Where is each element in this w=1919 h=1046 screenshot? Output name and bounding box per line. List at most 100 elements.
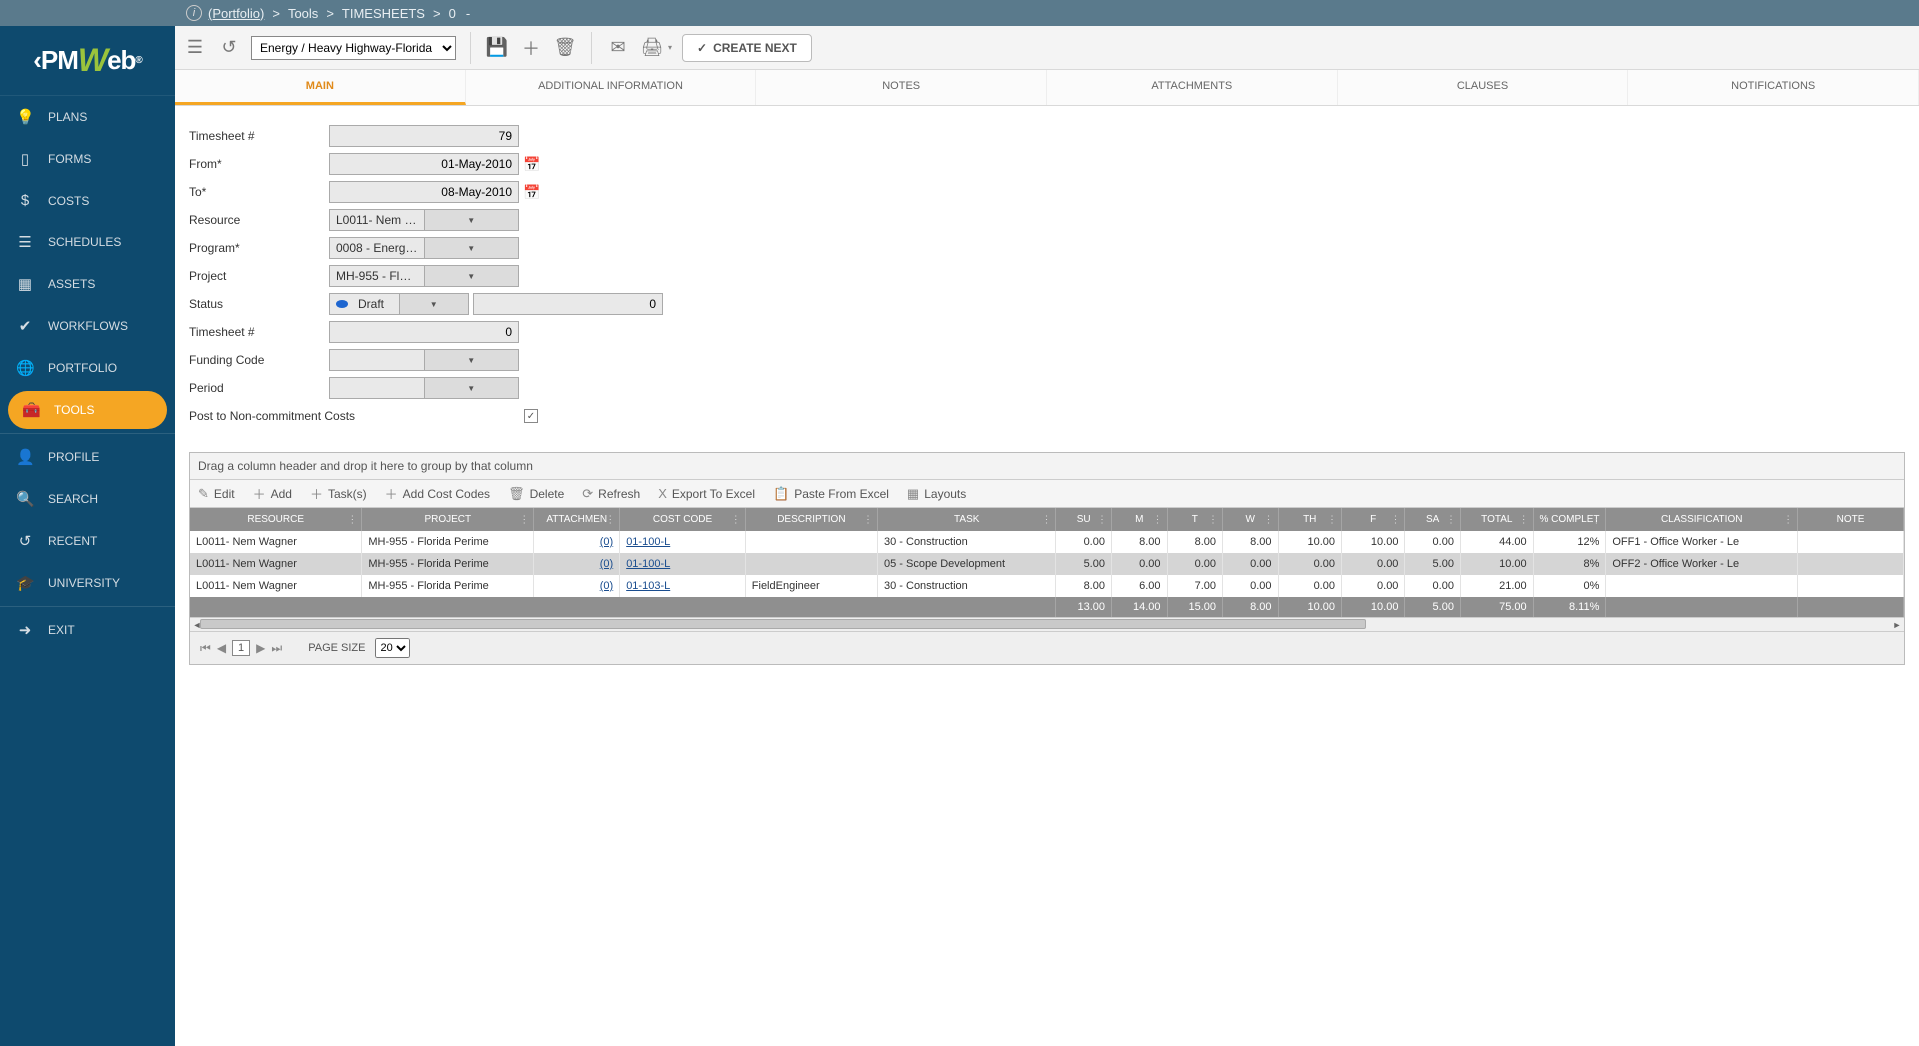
column-menu-icon[interactable]: ⋮ — [605, 514, 615, 525]
sidebar-item-search[interactable]: 🔍SEARCH — [0, 478, 175, 520]
status-num-input[interactable] — [473, 293, 663, 315]
tab-notifications[interactable]: NOTIFICATIONS — [1628, 70, 1919, 105]
col-su[interactable]: SU⋮ — [1056, 508, 1112, 531]
column-menu-icon[interactable]: ⋮ — [863, 514, 873, 525]
pager-next-icon[interactable]: ▶ — [256, 641, 265, 655]
table-row[interactable]: L0011- Nem WagnerMH-955 - Florida Perime… — [190, 575, 1904, 597]
col-costcode[interactable]: COST CODE⋮ — [620, 508, 746, 531]
col-task[interactable]: TASK⋮ — [877, 508, 1055, 531]
col-w[interactable]: W⋮ — [1223, 508, 1279, 531]
table-row[interactable]: L0011- Nem WagnerMH-955 - Florida Perime… — [190, 531, 1904, 553]
from-date-input[interactable] — [329, 153, 519, 175]
column-menu-icon[interactable]: ⋮ — [1041, 514, 1051, 525]
col-pct[interactable]: % COMPLET⋮ — [1533, 508, 1606, 531]
sidebar-item-exit[interactable]: ➜EXIT — [0, 609, 175, 651]
tab-main[interactable]: MAIN — [175, 70, 466, 105]
create-next-button[interactable]: ✓CREATE NEXT — [682, 34, 812, 62]
email-icon[interactable]: ✉ — [606, 36, 630, 60]
scroll-thumb[interactable] — [200, 619, 1366, 629]
list-icon[interactable]: ☰ — [183, 36, 207, 60]
sidebar-item-forms[interactable]: ▯FORMS — [0, 138, 175, 180]
calendar-icon[interactable]: 📅 — [523, 184, 540, 201]
sidebar-item-assets[interactable]: ▦ASSETS — [0, 263, 175, 305]
print-icon[interactable]: 🖨 — [640, 36, 664, 60]
grid-edit-button[interactable]: ✎Edit — [198, 486, 235, 502]
sidebar-item-university[interactable]: 🎓UNIVERSITY — [0, 562, 175, 604]
col-note[interactable]: NOTE — [1798, 508, 1904, 531]
col-desc[interactable]: DESCRIPTION⋮ — [745, 508, 877, 531]
tab-notes[interactable]: NOTES — [756, 70, 1047, 105]
grid-export-button[interactable]: XExport To Excel — [658, 486, 755, 501]
column-menu-icon[interactable]: ⋮ — [1446, 514, 1456, 525]
pager-prev-icon[interactable]: ◀ — [217, 641, 226, 655]
save-icon[interactable]: 💾 — [485, 36, 509, 60]
pager-first-icon[interactable]: ⏮ — [200, 641, 211, 656]
grid-delete-button[interactable]: 🗑Delete — [508, 486, 564, 502]
history-icon[interactable]: ↺ — [217, 36, 241, 60]
pager-last-icon[interactable]: ⏭ — [271, 641, 282, 656]
column-menu-icon[interactable]: ⋮ — [1783, 514, 1793, 525]
column-menu-icon[interactable]: ⋮ — [1591, 514, 1601, 525]
tab-attachments[interactable]: ATTACHMENTS — [1047, 70, 1338, 105]
col-m[interactable]: M⋮ — [1111, 508, 1167, 531]
column-menu-icon[interactable]: ⋮ — [1097, 514, 1107, 525]
status-select[interactable]: Draft▼ — [329, 293, 469, 315]
pager-page-number[interactable]: 1 — [232, 640, 250, 656]
col-f[interactable]: F⋮ — [1341, 508, 1404, 531]
column-menu-icon[interactable]: ⋮ — [347, 514, 357, 525]
timesheet-no-input[interactable] — [329, 125, 519, 147]
tab-clauses[interactable]: CLAUSES — [1338, 70, 1629, 105]
page-size-select[interactable]: 20 — [375, 638, 410, 658]
sidebar-item-profile[interactable]: 👤PROFILE — [0, 436, 175, 478]
sidebar-item-recent[interactable]: ↺RECENT — [0, 520, 175, 562]
grid-addcc-button[interactable]: ＋Add Cost Codes — [385, 484, 490, 503]
column-menu-icon[interactable]: ⋮ — [1519, 514, 1529, 525]
grid-group-header[interactable]: Drag a column header and drop it here to… — [190, 453, 1904, 480]
grid-tasks-button[interactable]: ＋Task(s) — [310, 484, 367, 503]
tab-additional-info[interactable]: ADDITIONAL INFORMATION — [466, 70, 757, 105]
column-menu-icon[interactable]: ⋮ — [519, 514, 529, 525]
grid-paste-button[interactable]: 📋Paste From Excel — [773, 486, 889, 502]
sidebar-item-schedules[interactable]: ☰SCHEDULES — [0, 221, 175, 263]
col-attach[interactable]: ATTACHMEN⋮ — [534, 508, 620, 531]
post-checkbox[interactable]: ✓ — [524, 409, 538, 423]
delete-icon[interactable]: 🗑 — [553, 36, 577, 60]
grid-refresh-button[interactable]: ⟳Refresh — [582, 486, 640, 502]
resource-select[interactable]: L0011- Nem Wagner▼ — [329, 209, 519, 231]
period-select[interactable]: ▼ — [329, 377, 519, 399]
program-select[interactable]: 0008 - Energy / Heavy Highway▼ — [329, 237, 519, 259]
breadcrumb-root[interactable]: (Portfolio) — [208, 6, 264, 21]
column-menu-icon[interactable]: ⋮ — [731, 514, 741, 525]
column-menu-icon[interactable]: ⋮ — [1153, 514, 1163, 525]
column-menu-icon[interactable]: ⋮ — [1208, 514, 1218, 525]
col-resource[interactable]: RESOURCE⋮ — [190, 508, 362, 531]
col-class[interactable]: CLASSIFICATION⋮ — [1606, 508, 1798, 531]
project-select[interactable]: Energy / Heavy Highway-Florida Perim — [251, 36, 456, 60]
sidebar-item-portfolio[interactable]: 🌐PORTFOLIO — [0, 347, 175, 389]
grid-add-button[interactable]: ＋Add — [253, 484, 292, 503]
col-project[interactable]: PROJECT⋮ — [362, 508, 534, 531]
funding-select[interactable]: ▼ — [329, 349, 519, 371]
column-menu-icon[interactable]: ⋮ — [1264, 514, 1274, 525]
sidebar-item-tools[interactable]: 🧰TOOLS — [8, 391, 167, 429]
calendar-icon[interactable]: 📅 — [523, 156, 540, 173]
sidebar-item-workflows[interactable]: ✔WORKFLOWS — [0, 305, 175, 347]
timesheet-no2-input[interactable] — [329, 321, 519, 343]
sidebar-item-costs[interactable]: $COSTS — [0, 180, 175, 221]
sidebar-item-plans[interactable]: 💡PLANS — [0, 96, 175, 138]
to-date-input[interactable] — [329, 181, 519, 203]
add-icon[interactable]: ＋ — [519, 36, 543, 60]
column-menu-icon[interactable]: ⋮ — [1327, 514, 1337, 525]
grid-footer-row: 13.0014.0015.008.0010.0010.005.0075.008.… — [190, 597, 1904, 617]
info-icon[interactable]: i — [186, 5, 202, 21]
scroll-right-icon[interactable]: ► — [1890, 618, 1904, 632]
col-total[interactable]: TOTAL⋮ — [1460, 508, 1533, 531]
grid-layouts-button[interactable]: ▦Layouts — [907, 486, 966, 502]
grid-hscroll[interactable]: ◄ ► — [190, 617, 1904, 631]
col-t[interactable]: T⋮ — [1167, 508, 1223, 531]
col-sa[interactable]: SA⋮ — [1405, 508, 1461, 531]
table-row[interactable]: L0011- Nem WagnerMH-955 - Florida Perime… — [190, 553, 1904, 575]
project-select-field[interactable]: MH-955 - Florida Perimeter Highway▼ — [329, 265, 519, 287]
col-th[interactable]: TH⋮ — [1278, 508, 1341, 531]
column-menu-icon[interactable]: ⋮ — [1390, 514, 1400, 525]
